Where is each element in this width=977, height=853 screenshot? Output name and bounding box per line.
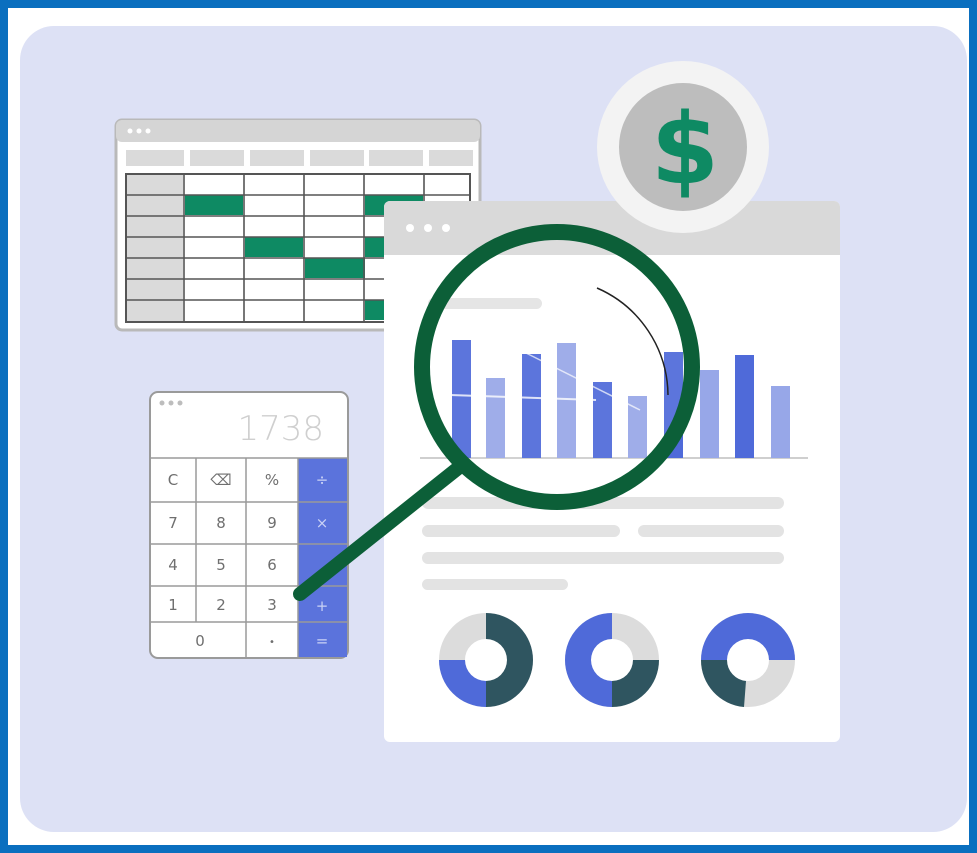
report-window-dots [406,224,450,232]
text-line-5 [422,579,568,590]
calculator-display: 1738 [237,409,324,449]
spreadsheet-row-header-column [127,175,183,321]
text-line-2 [422,525,620,537]
text-line-3 [638,525,784,537]
calculator-key-3: 3 [267,596,277,614]
calculator-key-0: 0 [195,632,205,650]
calculator-key-6: 6 [267,556,277,574]
spreadsheet-window-dots [127,128,151,134]
finance-illustration: 1738 C ⌫ % 7 8 9 4 5 6 1 2 3 0 • ÷ × + =… [114,61,840,742]
text-line-4 [422,552,784,564]
calculator-key-backspace: ⌫ [210,471,231,489]
calculator-icon: 1738 C ⌫ % 7 8 9 4 5 6 1 2 3 0 • ÷ × + = [149,391,349,659]
calculator-key-c: C [168,471,178,489]
bar-10 [771,386,790,458]
calculator-key-9: 9 [267,514,277,532]
calculator-key-equals: = [316,632,329,650]
calculator-key-7: 7 [168,514,178,532]
calculator-key-8: 8 [216,514,226,532]
calculator-key-dot: • [269,637,275,648]
calculator-key-5: 5 [216,556,226,574]
calculator-window-dots [159,400,183,406]
calculator-key-percent: % [265,471,279,489]
calculator-key-1: 1 [168,596,178,614]
calculator-key-multiply: × [316,514,329,532]
bar-9 [735,355,754,458]
calculator-key-divide: ÷ [316,471,329,489]
calculator-key-plus: + [316,597,329,615]
calculator-key-4: 4 [168,556,178,574]
dollar-sign: $ [651,93,719,207]
spreadsheet-column-headers [126,150,473,166]
bar-8 [700,370,719,458]
spreadsheet-titlebar [116,120,480,142]
dollar-coin-icon: $ [597,61,769,233]
calculator-key-2: 2 [216,596,226,614]
